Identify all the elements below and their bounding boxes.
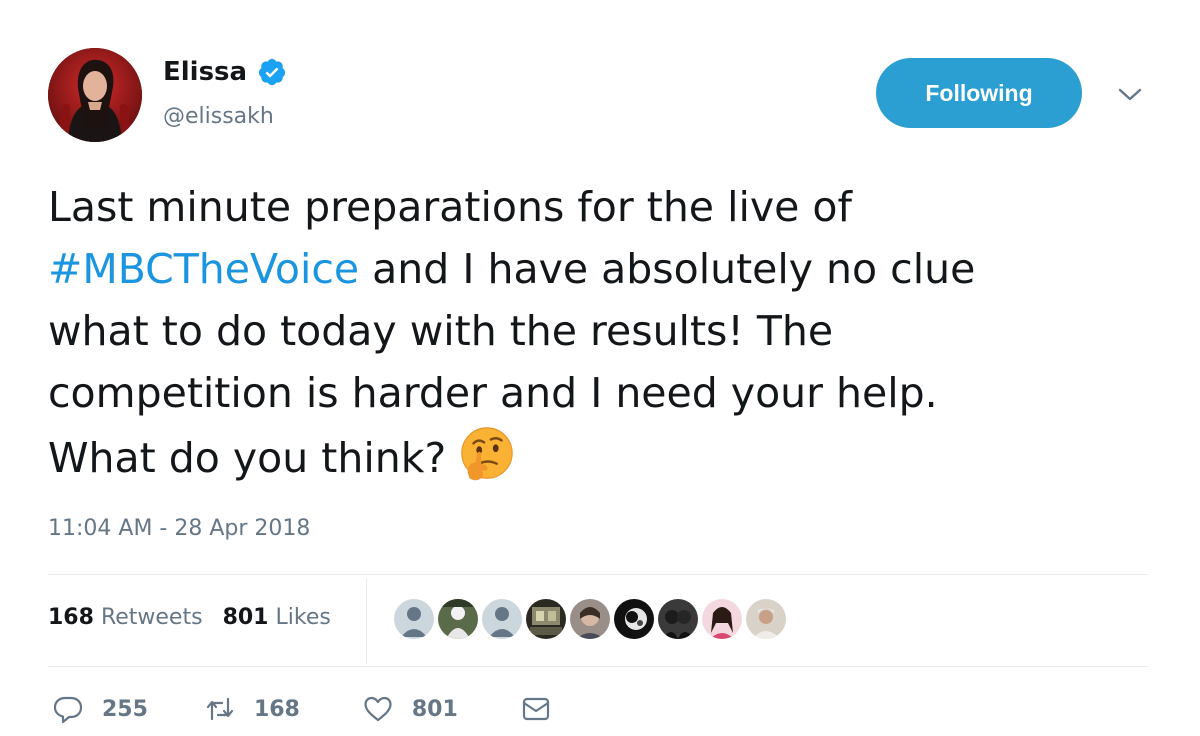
divider [48, 666, 1148, 667]
retweet-icon [206, 697, 234, 721]
display-name-text[interactable]: Elissa [163, 56, 247, 88]
liker-avatar[interactable] [480, 597, 524, 641]
liker-avatar[interactable] [392, 597, 436, 641]
reply-count: 255 [102, 696, 148, 722]
likes-label: Likes [275, 605, 331, 630]
liker-avatar[interactable] [568, 597, 612, 641]
like-count: 801 [411, 696, 458, 722]
hashtag-link[interactable]: #MBCTheVoice [48, 245, 359, 293]
verified-badge-icon [258, 58, 286, 86]
tweet-timestamp[interactable]: 11:04 AM - 28 Apr 2018 [48, 514, 310, 544]
action-bar: 255 168 801 [52, 693, 552, 725]
avatar[interactable] [48, 48, 142, 142]
tweet-stats: 168 Retweets 801 Likes [48, 603, 331, 633]
tweet-line: what to do today with the results! The [48, 307, 834, 355]
retweets-stat[interactable]: 168 Retweets [48, 603, 203, 633]
display-name[interactable]: Elissa [163, 56, 287, 88]
liker-avatar[interactable] [436, 597, 480, 641]
tweet-line-text: What do you think? [48, 434, 447, 482]
liker-avatar[interactable] [612, 597, 656, 641]
avatar-image [48, 48, 142, 142]
retweets-count: 168 [48, 605, 94, 630]
tweet-line: #MBCTheVoice and I have absolutely no cl… [48, 238, 1148, 300]
tweet-line-text: and I have absolutely no clue [372, 245, 976, 293]
reply-button[interactable]: 255 [52, 693, 148, 725]
likes-count: 801 [222, 605, 269, 630]
retweet-button[interactable]: 168 [204, 693, 300, 725]
reply-icon [53, 696, 83, 724]
direct-message-button[interactable] [520, 693, 552, 725]
retweet-count: 168 [253, 696, 300, 722]
following-button[interactable]: Following [876, 58, 1082, 128]
divider [48, 574, 1148, 575]
retweets-label: Retweets [100, 605, 203, 630]
thinking-face-emoji [461, 427, 513, 481]
tweet-line: Last minute preparations for the live of [48, 183, 852, 231]
liker-avatars [392, 597, 788, 641]
like-button[interactable]: 801 [362, 693, 458, 725]
stats-divider [366, 578, 367, 664]
tweet-line: competition is harder and I need your he… [48, 369, 938, 417]
tweet-text: Last minute preparations for the live of… [48, 176, 1148, 489]
tweet-card: Elissa @elissakh Following Last minute p… [0, 0, 1200, 736]
tweet-line: What do you think? [48, 424, 1148, 489]
liker-avatar[interactable] [656, 597, 700, 641]
likes-stat[interactable]: 801 Likes [223, 603, 331, 633]
heart-icon [364, 696, 392, 722]
user-handle[interactable]: @elissakh [163, 102, 274, 132]
liker-avatar[interactable] [700, 597, 744, 641]
envelope-icon [522, 697, 549, 721]
liker-avatar[interactable] [744, 597, 788, 641]
liker-avatar[interactable] [524, 597, 568, 641]
chevron-down-icon[interactable] [1116, 82, 1144, 106]
